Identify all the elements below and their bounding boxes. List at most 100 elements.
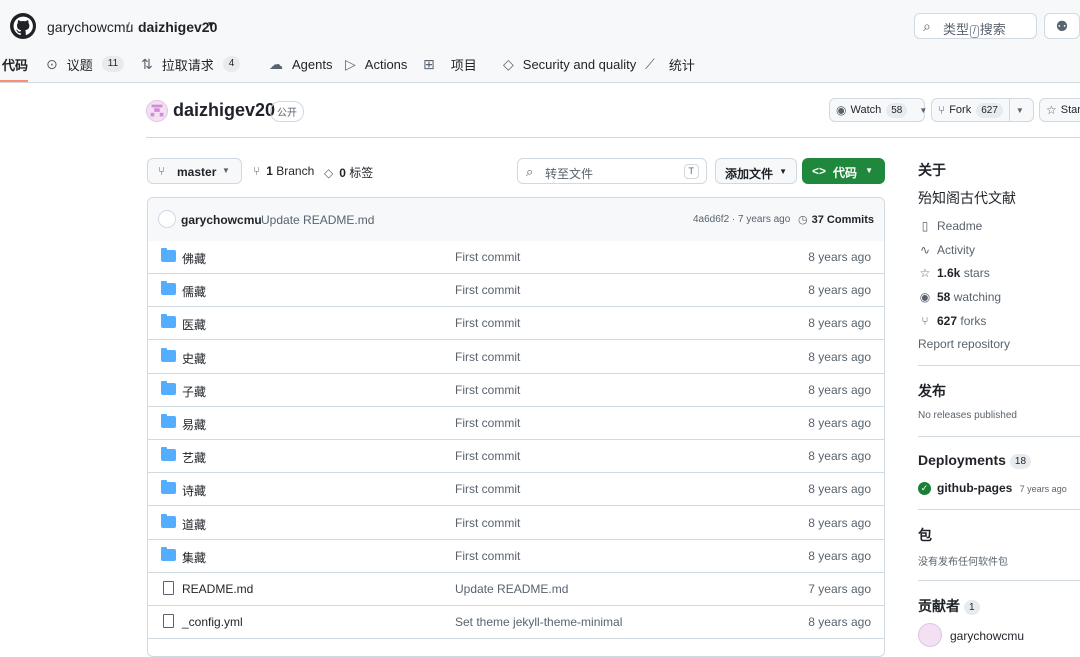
releases-heading[interactable]: 发布 — [918, 381, 946, 401]
table-row[interactable]: 医藏 First commit 8 years ago — [148, 307, 884, 341]
tab-label: Security and quality — [522, 56, 637, 72]
star-button[interactable]: ☆ Star — [1039, 98, 1080, 122]
file-commit-message-link[interactable]: First commit — [455, 516, 520, 530]
search-icon: ⌕ — [526, 164, 534, 179]
branch-icon: ⑂ — [158, 164, 166, 178]
file-commit-message-link[interactable]: First commit — [455, 482, 520, 496]
code-icon: <> — [812, 164, 827, 178]
fork-button[interactable]: ⑂ Fork 627 — [932, 99, 1009, 121]
code-button[interactable]: <> 代码 ▼ — [802, 158, 885, 184]
file-commit-message-link[interactable]: Update README.md — [455, 582, 568, 596]
table-row[interactable]: 诗藏 First commit 8 years ago — [148, 473, 884, 507]
file-commit-age: 8 years ago — [808, 548, 871, 563]
file-commit-message-link[interactable]: First commit — [455, 549, 520, 563]
contributor-name[interactable]: garychowcmu — [950, 629, 1024, 643]
table-row[interactable]: _config.yml Set theme jekyll-theme-minima… — [148, 606, 884, 640]
watch-button-group[interactable]: ◉ Watch 58 ▼ — [829, 98, 927, 122]
file-name-link[interactable]: 道藏 — [182, 516, 206, 533]
table-row[interactable]: 集藏 First commit 8 years ago — [148, 539, 884, 573]
file-commit-age: 7 years ago — [808, 582, 871, 596]
file-name-link[interactable]: 艺藏 — [182, 449, 206, 466]
path-separator: / — [126, 19, 130, 35]
owner-link[interactable]: garychowcmu — [47, 19, 133, 35]
file-name-link[interactable]: README.md — [182, 582, 253, 596]
branches-link[interactable]: ⑂ 1 Branch — [253, 164, 314, 178]
tab-security[interactable]: ◇ Security and quality — [503, 54, 636, 74]
search-input[interactable]: ⌕ 类型 / 搜索 — [914, 13, 1037, 39]
file-commit-message-link[interactable]: First commit — [455, 250, 520, 264]
tab-actions[interactable]: ▷ Actions — [345, 54, 407, 74]
file-commit-message-link[interactable]: First commit — [455, 449, 520, 463]
tab-pull-requests[interactable]: ⇅ 拉取请求 4 — [141, 54, 241, 74]
tab-issues[interactable]: ⊙ 议题 11 — [46, 54, 125, 74]
tab-insights[interactable]: ⟋ 统计 — [645, 54, 695, 74]
deployment-github-pages[interactable]: ✓ github-pages 7 years ago — [918, 481, 1067, 496]
readme-link[interactable]: ▯ Readme — [918, 219, 983, 233]
tab-agents[interactable]: ☁ Agents — [269, 54, 332, 74]
table-row[interactable]: README.md Update README.md 7 years ago — [148, 573, 884, 606]
packages-heading[interactable]: 包 — [918, 525, 932, 545]
table-icon: ⊞ — [423, 55, 435, 72]
commits-history-link[interactable]: ◷ 37 Commits — [798, 213, 874, 226]
commit-message-link[interactable]: Update README.md — [261, 213, 374, 227]
file-commit-message-link[interactable]: Set theme jekyll-theme-minimal — [455, 615, 622, 629]
file-commit-message-link[interactable]: First commit — [455, 416, 520, 430]
table-row[interactable]: 史藏 First commit 8 years ago — [148, 340, 884, 374]
file-name-link[interactable]: 儒藏 — [182, 283, 206, 300]
report-repository-link[interactable]: Report repository — [918, 337, 1010, 351]
file-commit-message-link[interactable]: First commit — [455, 283, 520, 297]
pulse-icon: ∿ — [919, 243, 931, 257]
file-commit-message-link[interactable]: First commit — [455, 383, 520, 397]
eye-icon: ◉ — [919, 290, 931, 304]
forks-link[interactable]: ⑂ 627 forks — [918, 314, 986, 328]
contributors-heading[interactable]: 贡献者 1 — [918, 596, 980, 616]
play-icon: ▷ — [345, 55, 356, 72]
tab-label: 议题 — [66, 57, 93, 73]
file-name-link[interactable]: 佛藏 — [182, 250, 206, 267]
file-name-link[interactable]: 医藏 — [182, 316, 206, 333]
fork-button-group[interactable]: ⑂ Fork 627 ▼ — [931, 98, 1034, 122]
repo-switch-caret-icon[interactable]: ▼ — [206, 20, 216, 31]
avatar[interactable] — [158, 210, 176, 228]
table-row[interactable]: 艺藏 First commit 8 years ago — [148, 440, 884, 474]
releases-empty-text: No releases published — [918, 410, 1017, 421]
deployments-heading[interactable]: Deployments 18 — [918, 452, 1032, 469]
tab-label: 拉取请求 — [161, 57, 214, 73]
latest-commit-bar: garychowcmu Update README.md 4a6d6f2 · 7… — [148, 198, 884, 242]
file-commit-age: 8 years ago — [808, 316, 871, 331]
activity-link[interactable]: ∿ Activity — [918, 243, 975, 257]
tab-code[interactable]: 代码 — [2, 54, 28, 74]
tab-projects[interactable]: ⊞ 项目 — [423, 54, 477, 74]
divider — [918, 365, 1080, 366]
copilot-icon[interactable]: ⚉ — [1044, 13, 1080, 39]
go-to-file-input[interactable]: ⌕ 转至文件 T — [517, 158, 707, 184]
table-row[interactable]: 儒藏 First commit 8 years ago — [148, 274, 884, 308]
watch-button[interactable]: ◉ Watch 58 — [830, 99, 913, 121]
repo-title[interactable]: daizhigev20 — [173, 100, 275, 121]
file-commit-message-link[interactable]: First commit — [455, 350, 520, 364]
commit-author-link[interactable]: garychowcmu — [181, 213, 262, 227]
table-row[interactable]: 佛藏 First commit 8 years ago — [148, 241, 884, 274]
commit-sha-age[interactable]: 4a6d6f2 · 7 years ago — [693, 214, 790, 225]
file-name-link[interactable]: 诗藏 — [182, 482, 206, 499]
file-commit-age: 8 years ago — [808, 416, 871, 430]
file-name-link[interactable]: 集藏 — [182, 549, 206, 566]
table-row[interactable]: 易藏 First commit 8 years ago — [148, 407, 884, 440]
stars-link[interactable]: ☆ 1.6k stars — [918, 266, 990, 280]
fork-dropdown[interactable]: ▼ — [1010, 99, 1030, 121]
avatar[interactable] — [918, 623, 942, 647]
file-name-link[interactable]: _config.yml — [182, 615, 243, 629]
tags-link[interactable]: ◇ 0 标签 — [324, 164, 373, 181]
file-name-link[interactable]: 史藏 — [182, 350, 206, 367]
graph-icon: ⟋ — [645, 55, 655, 72]
repo-owner-avatar[interactable] — [146, 100, 168, 122]
table-row[interactable]: 道藏 First commit 8 years ago — [148, 506, 884, 540]
file-commit-message-link[interactable]: First commit — [455, 316, 520, 330]
add-file-button[interactable]: 添加文件 ▼ — [715, 158, 797, 184]
table-row[interactable]: 子藏 First commit 8 years ago — [148, 373, 884, 407]
watchers-link[interactable]: ◉ 58 watching — [918, 290, 1001, 304]
branch-select-button[interactable]: ⑂ master ▼ — [147, 158, 242, 184]
file-name-link[interactable]: 易藏 — [182, 416, 206, 433]
file-name-link[interactable]: 子藏 — [182, 383, 206, 400]
github-logo-icon[interactable] — [10, 13, 36, 39]
